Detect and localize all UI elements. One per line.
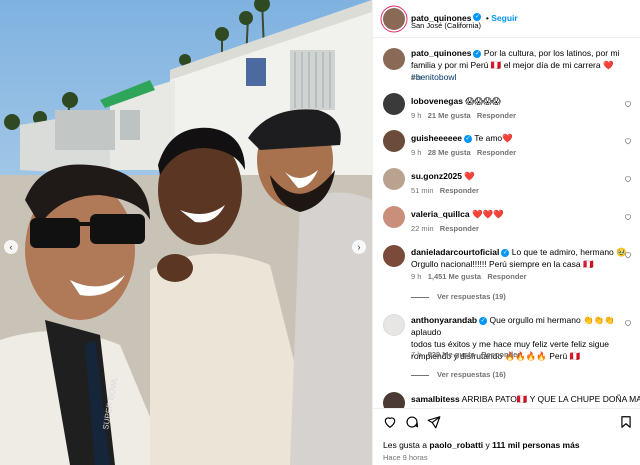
comment-avatar[interactable] [383,130,405,152]
comment-meta: 22 min Responder [411,224,479,233]
comment-icon[interactable] [405,415,419,429]
verified-badge-icon: ✓ [501,248,510,257]
bookmark-icon[interactable] [619,415,633,429]
author-avatar[interactable] [383,8,405,30]
comment-username[interactable]: valeria_quillca [411,209,470,219]
caption: pato_quinones ✓ Por la cultura, por los l… [411,47,633,83]
reply-button[interactable]: Responder [481,350,520,359]
comment-body: guisheeeeee ✓ Te amo❤️ [411,132,513,144]
comment-likes[interactable]: 21 Me gusta [428,111,471,120]
comment-body: valeria_quillca ❤️❤️❤️ [411,208,504,220]
comment-meta: 9 h 28 Me gusta Responder [411,148,516,157]
comment-body: su.gonz2025 ❤️ [411,170,475,182]
comment-meta: 51 min Responder [411,186,479,195]
photo-scene: SUPER BOWL [0,0,372,465]
comment-likes[interactable]: 28 Me gusta [428,148,471,157]
comment-meta: 9 h 1,451 Me gusta Responder [411,272,527,281]
heart-icon[interactable] [624,251,632,259]
post-location[interactable]: San José (California) [411,21,481,30]
comment-time: 7 h [411,350,422,359]
reply-button[interactable]: Responder [487,272,526,281]
chevron-right-icon[interactable]: › [352,240,366,254]
comment-time: 9 h [411,148,422,157]
comment-username[interactable]: anthonyarandab [411,315,477,325]
comment-time: 51 min [411,186,434,195]
follow-button[interactable]: Seguir [491,13,517,23]
comment-likes[interactable]: 539 Me gusta [428,350,475,359]
comment-meta: 9 h 21 Me gusta Responder [411,111,516,120]
comment-avatar[interactable] [383,206,405,228]
heart-icon[interactable] [624,175,632,183]
comment-body: lobovenegas 😱😱😱😱 [411,95,501,107]
reply-button[interactable]: Responder [440,186,479,195]
post-actions: Les gusta a paolo_robatti y 111 mil pers… [373,408,640,465]
comment-avatar[interactable] [383,314,405,336]
view-replies-button[interactable]: Ver respuestas (16) [411,370,506,379]
post-timestamp: Hace 9 horas [383,453,428,462]
comment-text: 😱😱😱😱 [465,96,501,106]
verified-badge-icon: ✓ [464,134,473,143]
comment-text-line2: todos tus éxitos y me hace muy feliz ver… [411,339,609,349]
comment-username[interactable]: danieladarcourtoficial [411,247,499,257]
share-icon[interactable] [427,415,441,429]
comment-text: Te amo❤️ [474,133,513,143]
caption-avatar[interactable] [383,48,405,70]
reply-button[interactable]: Responder [477,111,516,120]
comment-text: ❤️ [464,171,475,181]
comments-panel: pato_quinones ✓ • Seguir San José (Califo… [372,0,640,465]
post-photo[interactable]: SUPER BOWL ‹ › [0,0,372,465]
heart-icon[interactable] [624,137,632,145]
comment-username[interactable]: samalbitess [411,394,460,404]
liked-by-count[interactable]: 111 mil personas más [492,440,579,450]
comment-meta: 7 h 539 Me gusta Responder [411,350,520,359]
comment-time: 9 h [411,111,422,120]
caption-username[interactable]: pato_quinones [411,48,471,58]
comment-time: 9 h [411,272,422,281]
comment-text: ❤️❤️❤️ [471,209,504,219]
verified-badge-icon: ✓ [473,49,482,58]
liked-by: Les gusta a paolo_robatti y 111 mil pers… [383,440,580,450]
comment-avatar[interactable] [383,93,405,115]
comment-username[interactable]: su.gonz2025 [411,171,462,181]
liked-by-prefix: Les gusta a [383,440,430,450]
post-header: pato_quinones ✓ • Seguir San José (Califo… [373,0,640,38]
liked-by-mid: y [483,440,493,450]
verified-badge-icon: ✓ [473,12,482,21]
heart-icon[interactable] [624,100,632,108]
heart-icon[interactable] [624,319,632,327]
heart-icon[interactable] [624,213,632,221]
chevron-left-icon[interactable]: ‹ [4,240,18,254]
comment-text: ARRIBA PATO🇵🇪 Y QUE LA CHUPE DOÑA MARTA [461,394,640,404]
comment-text: Lo que te admiro, hermano 🥹 [511,247,627,257]
comment-body: danieladarcourtoficial ✓ Lo que te admiro… [411,246,631,270]
comment-time: 22 min [411,224,434,233]
comment-username[interactable]: guisheeeeee [411,133,462,143]
view-replies-button[interactable]: Ver respuestas (19) [411,292,506,301]
caption-time: 9 h [411,73,422,82]
liked-by-user[interactable]: paolo_robatti [429,440,483,450]
comment-avatar[interactable] [383,168,405,190]
heart-icon[interactable] [383,415,397,429]
reply-button[interactable]: Responder [477,148,516,157]
comment-avatar[interactable] [383,245,405,267]
verified-badge-icon: ✓ [479,316,488,325]
comment-text-line2: Orgullo nacional!!!!!! Perú siempre en l… [411,259,594,269]
reply-button[interactable]: Responder [440,224,479,233]
comment-likes[interactable]: 1,451 Me gusta [428,272,481,281]
comment-body: samalbitess ARRIBA PATO🇵🇪 Y QUE LA CHUPE… [411,393,640,405]
comment-username[interactable]: lobovenegas [411,96,463,106]
